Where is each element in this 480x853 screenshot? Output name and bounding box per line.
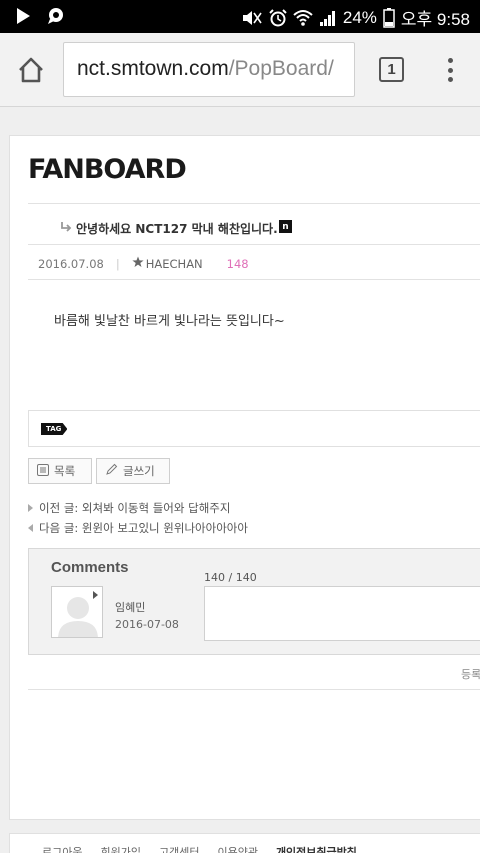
post-views: 148 [226,256,249,271]
comment-username: 임혜민 [115,601,146,614]
comment-date: 2016-07-08 [115,618,179,631]
star-icon [132,256,144,271]
overflow-menu-button[interactable] [440,55,460,85]
play-icon [14,7,32,29]
alarm-icon [269,8,287,27]
home-button[interactable] [14,53,48,87]
next-post-text: 다음 글: 윈윈아 보고있니 윈위나아아아아아 [39,521,248,535]
clock: 오후 9:58 [400,10,470,29]
footer-links: 로그아웃 회원가입 고객센터 이용약관 개인정보취급방침 [42,844,357,853]
tag-box: TAG [28,410,480,447]
tag-label: TAG [41,423,68,435]
next-post-link[interactable]: 다음 글: 윈윈아 보고있니 윈위나아아아아아 [28,520,248,536]
board-page: FANBOARD 안녕하세요 NCT127 막내 해찬입니다. n 2016.0… [9,135,480,820]
divider [28,203,480,204]
list-button-label: 목록 [54,464,76,478]
footer-link-join[interactable]: 회원가입 [100,844,140,853]
menu-dot-icon [447,58,453,63]
post-title: 안녕하세요 NCT127 막내 해찬입니다. [60,220,278,237]
meta-separator: | [115,256,120,271]
comment-input[interactable] [204,586,480,641]
post-date: 2016.07.08 [38,256,104,271]
avatar [51,586,103,638]
menu-dot-icon [447,77,453,82]
mute-icon [241,9,263,27]
post-title-text: 안녕하세요 NCT127 막내 해찬입니다. [76,222,278,236]
wifi-icon [293,9,313,27]
caret-right-icon [28,504,33,512]
comments-title: Comments [51,559,129,576]
comment-char-count: 140 / 140 [204,571,257,584]
write-button-label: 글쓰기 [123,464,155,478]
footer-link-logout[interactable]: 로그아웃 [42,844,82,853]
new-badge: n [279,220,292,233]
notification-icons [14,7,66,29]
browser-toolbar: nct.smtown.com/PopBoard/ 1 [0,33,480,107]
footer-link-terms[interactable]: 이용약관 [217,844,257,853]
url-path: /PopBoard/ [228,57,334,80]
fanboard-logo: FANBOARD [28,154,187,185]
reply-arrow-icon [60,221,72,236]
caret-left-icon [28,524,33,532]
battery-percent: 24% [342,7,377,27]
footer-link-privacy[interactable]: 개인정보취급방침 [276,844,357,853]
pencil-icon [105,463,118,479]
footer: 로그아웃 회원가입 고객센터 이용약관 개인정보취급방침 [9,833,480,853]
prev-post-text: 이전 글: 외쳐봐 이동혁 들어와 답해주지 [39,501,231,515]
footer-link-support[interactable]: 고객센터 [159,844,199,853]
write-button[interactable]: 글쓰기 [96,458,170,484]
chat-icon [46,7,66,29]
post-author-name: HAECHAN [145,256,203,271]
home-icon [19,57,43,83]
url-host: nct.smtown.com [77,57,229,80]
divider [28,279,480,280]
prev-post-link[interactable]: 이전 글: 외쳐봐 이동혁 들어와 답해주지 [28,500,230,516]
list-button[interactable]: 목록 [28,458,92,484]
divider [28,689,480,690]
status-bar: 24% 오후 9:58 [0,0,480,33]
caret-right-icon [93,591,98,599]
url-bar[interactable]: nct.smtown.com/PopBoard/ [63,42,355,97]
battery-icon [383,7,395,28]
register-button[interactable]: 등록 [461,666,480,682]
signal-icon [319,9,337,27]
divider [28,244,480,245]
post-meta: 2016.07.08 | HAECHAN 148 [38,256,249,271]
menu-dot-icon [447,67,453,73]
post-body: 바름해 빛날찬 바르게 빛나라는 뜻입니다~ [54,314,285,329]
comments-section: Comments 140 / 140 임혜민 2016-07-08 [28,548,480,655]
list-icon [37,463,49,479]
tab-switcher-button[interactable]: 1 [379,57,404,82]
post-author[interactable]: HAECHAN [132,256,203,271]
